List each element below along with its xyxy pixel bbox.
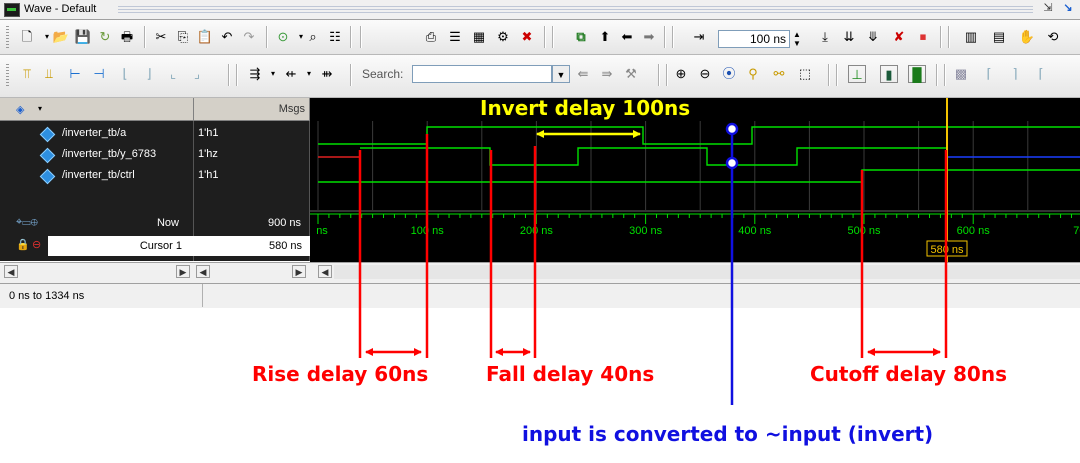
fall-delay-label: Fall delay 40ns [486, 362, 655, 386]
invert-point-bottom [725, 156, 739, 170]
invert-point-top [725, 122, 739, 136]
annotation-overlay [358, 122, 948, 405]
rise-delay-label: Rise delay 60ns [252, 362, 429, 386]
cutoff-delay-label: Cutoff delay 80ns [810, 362, 1007, 386]
invert-delay-label: Invert delay 100ns [480, 96, 691, 120]
invert-note-label: input is converted to ~input (invert) [522, 422, 934, 446]
